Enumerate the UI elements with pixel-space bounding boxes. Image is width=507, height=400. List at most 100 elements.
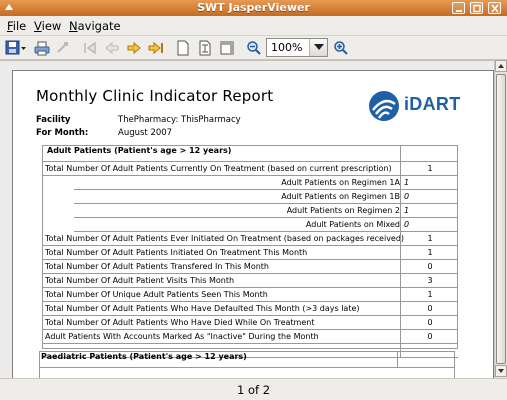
fit-page-icon[interactable] — [197, 40, 213, 56]
fit-width-icon[interactable] — [219, 40, 235, 56]
paediatric-section-title: Paediatric Patients (Patient's age > 12 … — [41, 352, 247, 361]
row-value: 3 — [427, 276, 433, 285]
row-value: 0 — [427, 332, 433, 341]
window-titlebar[interactable]: SWT JasperViewer — [0, 0, 507, 16]
row-value: 0 — [404, 192, 410, 201]
table-row: Total Number Of Adult Patients Ever Init… — [42, 232, 458, 246]
first-page-icon[interactable] — [82, 40, 98, 56]
row-label: Total Number Of Adult Patients Who Have … — [45, 304, 360, 313]
idart-logo-icon — [369, 91, 399, 121]
print-icon[interactable] — [34, 40, 50, 56]
page-indicator: 1 of 2 — [236, 383, 271, 397]
column-divider — [400, 218, 401, 231]
adult-section-header: Adult Patients (Patient's age > 12 years… — [42, 145, 458, 162]
column-divider — [400, 260, 401, 273]
row-value: 1 — [404, 206, 410, 215]
scrollbar-thumb[interactable] — [496, 74, 506, 364]
adult-section-title: Adult Patients (Patient's age > 12 years… — [47, 146, 232, 155]
menu-bar: File View Navigate — [0, 16, 507, 36]
row-value: 1 — [427, 290, 433, 299]
idart-logo: iDART — [367, 90, 467, 122]
month-value: August 2007 — [118, 128, 173, 138]
row-label: Adult Patients on Mixed — [305, 220, 400, 229]
table-row: Adult Patients on Regimen 2 1 — [74, 204, 458, 218]
zoom-dropdown-button[interactable] — [309, 39, 327, 56]
menu-view[interactable]: View — [34, 19, 61, 33]
facility-label: Facility — [36, 115, 71, 125]
paediatric-section-header: Paediatric Patients (Patient's age > 12 … — [39, 351, 455, 368]
table-row: Adult Patients on Regimen 1A 1 — [74, 176, 458, 190]
row-value: 1 — [427, 234, 433, 243]
report-title: Monthly Clinic Indicator Report — [36, 87, 274, 105]
row-value: 0 — [404, 220, 410, 229]
zoom-in-icon[interactable] — [333, 40, 349, 56]
menu-navigate[interactable]: Navigate — [69, 19, 121, 33]
column-divider — [400, 316, 401, 329]
table-row: Total Number Of Adult Patients Who Have … — [42, 316, 458, 330]
row-label: Adult Patients With Accounts Marked As "… — [45, 332, 319, 341]
save-dropdown-icon[interactable] — [5, 40, 27, 56]
row-value: 0 — [427, 262, 433, 271]
row-label: Total Number Of Adult Patients Ever Init… — [45, 234, 405, 243]
reload-icon[interactable] — [55, 40, 71, 56]
close-icon — [491, 4, 499, 13]
idart-logo-text: iDART — [404, 94, 461, 114]
row-label: Total Number Of Adult Patients Transfere… — [45, 262, 269, 271]
table-row: Total Number Of Adult Patients Initiated… — [42, 246, 458, 260]
row-label: Total Number Of Adult Patients Currently… — [45, 164, 392, 173]
toolbar — [0, 36, 507, 60]
scroll-down-icon — [498, 369, 504, 373]
scroll-down-button[interactable] — [495, 365, 507, 377]
row-value: 0 — [427, 318, 433, 327]
scroll-up-button[interactable] — [495, 60, 507, 72]
column-divider — [400, 232, 401, 245]
chevron-down-icon — [314, 44, 324, 50]
row-label: Adult Patients on Regimen 1A — [281, 178, 400, 187]
column-divider — [400, 330, 401, 343]
column-divider — [400, 246, 401, 259]
table-row: Total Number Of Adult Patients Transfere… — [42, 260, 458, 274]
menu-file[interactable]: File — [7, 19, 26, 33]
vertical-scrollbar[interactable] — [494, 60, 507, 378]
minimize-icon — [456, 10, 462, 12]
column-divider — [400, 274, 401, 287]
row-value: 0 — [427, 304, 433, 313]
window-title: SWT JasperViewer — [197, 1, 310, 14]
table-row: Adult Patients With Accounts Marked As "… — [42, 330, 458, 344]
row-label: Adult Patients on Regimen 1B — [281, 192, 400, 201]
table-row: Adult Patients on Mixed 0 — [74, 218, 458, 232]
column-divider — [400, 204, 401, 217]
scroll-up-icon — [498, 64, 504, 68]
row-value: 1 — [427, 164, 433, 173]
actual-size-icon[interactable] — [175, 40, 191, 56]
maximize-button[interactable] — [470, 2, 483, 14]
maximize-icon — [473, 4, 481, 13]
report-viewport[interactable]: Monthly Clinic Indicator Report Facility… — [0, 60, 507, 390]
minimize-button[interactable] — [452, 2, 465, 14]
zoom-combo[interactable]: 100% — [266, 38, 328, 57]
month-label: For Month: — [36, 128, 89, 138]
table-row: Total Number Of Adult Patients Who Have … — [42, 302, 458, 316]
column-divider — [400, 176, 401, 189]
last-page-icon[interactable] — [148, 40, 164, 56]
column-divider — [397, 351, 398, 367]
previous-page-icon[interactable] — [104, 40, 120, 56]
facility-value: ThePharmacy: ThisPharmacy — [118, 115, 241, 125]
zoom-value[interactable]: 100% — [271, 41, 302, 54]
next-page-icon[interactable] — [126, 40, 142, 56]
column-divider — [400, 288, 401, 301]
table-row: Total Number Of Adult Patient Visits Thi… — [42, 274, 458, 288]
column-divider — [400, 302, 401, 315]
table-row: Total Number Of Unique Adult Patients Se… — [42, 288, 458, 302]
column-divider — [400, 162, 401, 175]
zoom-out-icon[interactable] — [246, 40, 262, 56]
row-label: Total Number Of Unique Adult Patients Se… — [45, 290, 268, 299]
row-label: Total Number Of Adult Patient Visits Thi… — [45, 276, 235, 285]
table-row: Total Number Of Adult Patients Currently… — [42, 162, 458, 176]
column-divider — [400, 145, 401, 161]
close-button[interactable] — [488, 2, 501, 14]
table-row: Adult Patients on Regimen 1B 0 — [74, 190, 458, 204]
row-label: Adult Patients on Regimen 2 — [286, 206, 400, 215]
status-bar: 1 of 2 — [0, 378, 507, 400]
row-value: 1 — [404, 178, 410, 187]
